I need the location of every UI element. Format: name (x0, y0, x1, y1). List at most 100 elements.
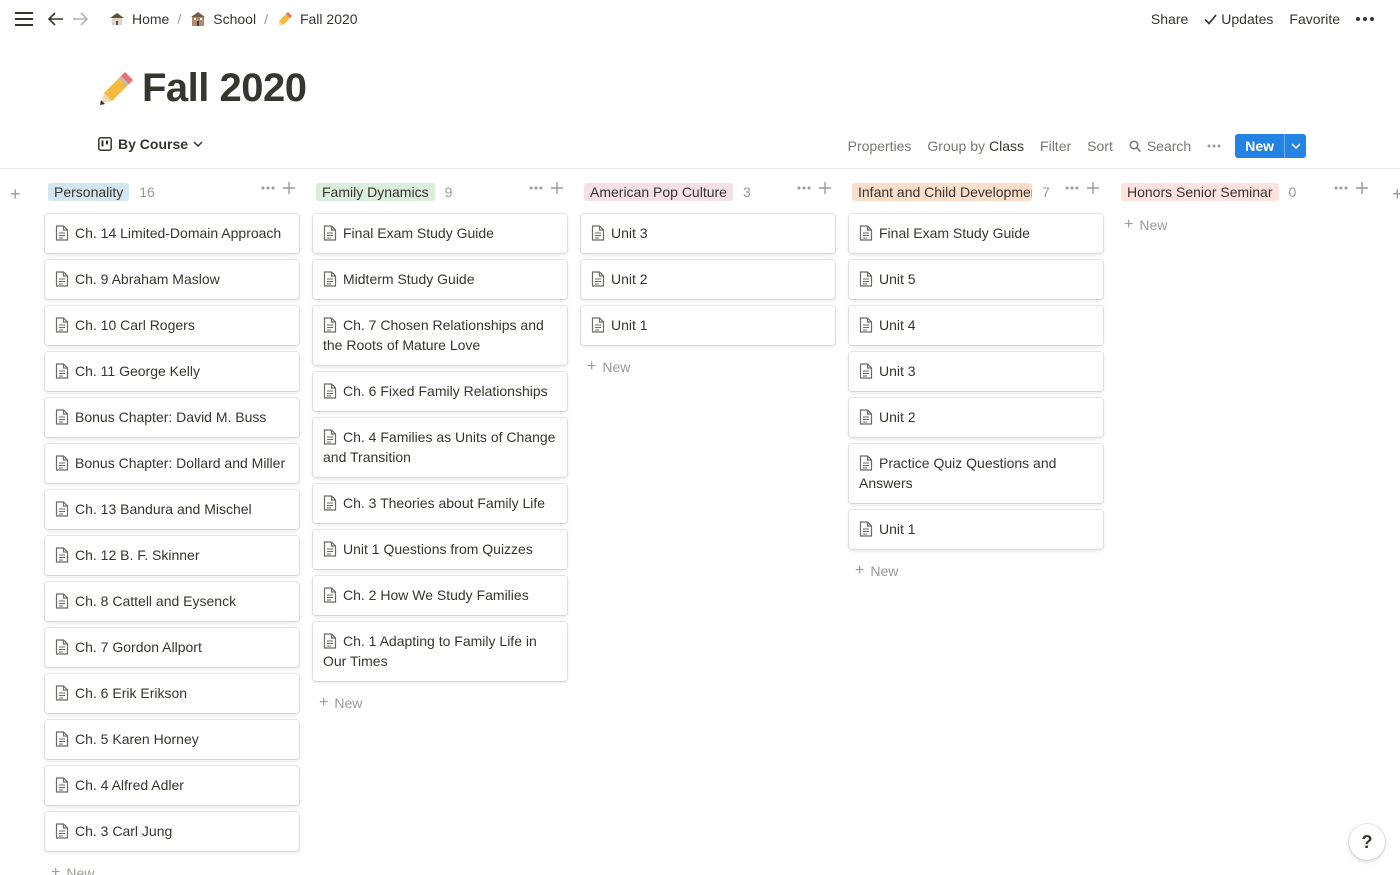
board-card[interactable]: Unit 1 Questions from Quizzes (313, 530, 567, 569)
new-dropdown-button[interactable] (1284, 134, 1306, 158)
add-card-button[interactable]: + New (1118, 210, 1372, 240)
board-card[interactable]: Ch. 1 Adapting to Family Life in Our Tim… (313, 622, 567, 681)
board-card[interactable]: Ch. 4 Families as Units of Change and Tr… (313, 418, 567, 477)
new-button[interactable]: New (1235, 134, 1284, 158)
group-add-icon[interactable] (283, 182, 295, 194)
board-card[interactable]: Unit 4 (849, 306, 1103, 345)
page-icon (323, 633, 337, 649)
chevron-down-icon (193, 141, 203, 147)
sidebar-menu-icon[interactable] (14, 9, 34, 29)
add-card-button[interactable]: + New (581, 352, 835, 382)
board-card[interactable]: Ch. 12 B. F. Skinner (45, 536, 299, 575)
board-card[interactable]: Ch. 5 Karen Horney (45, 720, 299, 759)
board-card[interactable]: Ch. 4 Alfred Adler (45, 766, 299, 805)
board-card[interactable]: Unit 2 (581, 260, 835, 299)
group-more-icon[interactable] (797, 186, 811, 190)
board-card[interactable]: Final Exam Study Guide (313, 214, 567, 253)
breadcrumb-home[interactable]: Home (104, 8, 173, 30)
help-button[interactable]: ? (1349, 824, 1385, 860)
group-add-icon[interactable] (819, 182, 831, 194)
column-header: Honors Senior Seminar 0 (1118, 170, 1372, 214)
board-card[interactable]: Practice Quiz Questions and Answers (849, 444, 1103, 503)
board-card[interactable]: Ch. 6 Erik Erikson (45, 674, 299, 713)
board-card[interactable]: Ch. 2 How We Study Families (313, 576, 567, 615)
board-card[interactable]: Midterm Study Guide (313, 260, 567, 299)
favorite-button[interactable]: Favorite (1281, 8, 1348, 30)
group-add-icon[interactable] (1087, 182, 1099, 194)
board-card[interactable]: Unit 3 (849, 352, 1103, 391)
board-card[interactable]: Ch. 3 Carl Jung (45, 812, 299, 851)
board-card[interactable]: Ch. 7 Chosen Relationships and the Roots… (313, 306, 567, 365)
board-card[interactable]: Unit 1 (581, 306, 835, 345)
card-title: Ch. 3 Carl Jung (75, 823, 173, 839)
group-more-icon[interactable] (1334, 186, 1348, 190)
card-title: Unit 5 (879, 271, 916, 287)
card-title: Ch. 8 Cattell and Eysenck (75, 593, 237, 609)
board-card[interactable]: Ch. 3 Theories about Family Life (313, 484, 567, 523)
group-more-icon[interactable] (1065, 186, 1079, 190)
breadcrumb-label: School (213, 11, 257, 27)
back-arrow-icon[interactable] (46, 9, 66, 29)
group-tag[interactable]: Family Dynamics (316, 183, 435, 201)
group-by-label: Group by (927, 138, 986, 154)
board-card[interactable]: Final Exam Study Guide (849, 214, 1103, 253)
page-icon (859, 225, 873, 241)
board-card[interactable]: Ch. 14 Limited-Domain Approach (45, 214, 299, 253)
plus-icon: + (1124, 216, 1134, 233)
sort-button[interactable]: Sort (1079, 135, 1121, 157)
group-add-icon[interactable] (1356, 182, 1368, 194)
board-card[interactable]: Unit 1 (849, 510, 1103, 549)
breadcrumb-separator: / (264, 11, 268, 27)
pencil-icon (276, 10, 294, 28)
share-button[interactable]: Share (1143, 8, 1196, 30)
board-card[interactable]: Bonus Chapter: Dollard and Miller (45, 444, 299, 483)
board-card[interactable]: Bonus Chapter: David M. Buss (45, 398, 299, 437)
card-title: Ch. 5 Karen Horney (75, 731, 199, 747)
board-card[interactable]: Ch. 7 Gordon Allport (45, 628, 299, 667)
add-group-left-icon[interactable]: + (10, 184, 21, 205)
group-more-icon[interactable] (529, 186, 543, 190)
board-card[interactable]: Unit 3 (581, 214, 835, 253)
page-icon (55, 409, 69, 425)
page-icon (323, 495, 337, 511)
board-card[interactable]: Ch. 11 George Kelly (45, 352, 299, 391)
breadcrumb-separator: / (177, 11, 182, 27)
chevron-down-icon (1290, 143, 1301, 149)
board: + + Personality 16 Ch. 14 Limited-Domain A… (0, 170, 1400, 875)
board-card[interactable]: Unit 2 (849, 398, 1103, 437)
group-tag[interactable]: Personality (48, 183, 130, 201)
group-tag[interactable]: Infant and Child Developmer (852, 183, 1032, 201)
filter-button[interactable]: Filter (1032, 135, 1079, 157)
page-icon (859, 271, 873, 287)
add-group-right-icon[interactable]: + (1392, 184, 1400, 205)
page-title[interactable]: Fall 2020 (142, 66, 307, 111)
more-options-button[interactable] (1348, 14, 1386, 24)
search-button[interactable]: Search (1121, 135, 1199, 157)
board-card[interactable]: Unit 5 (849, 260, 1103, 299)
group-by-button[interactable]: Group by Class (919, 135, 1032, 157)
board-card[interactable]: Ch. 9 Abraham Maslow (45, 260, 299, 299)
page-icon (859, 521, 873, 537)
card-title: Final Exam Study Guide (879, 225, 1030, 241)
group-add-icon[interactable] (551, 182, 563, 194)
forward-arrow-icon[interactable] (70, 9, 90, 29)
updates-button[interactable]: Updates (1196, 8, 1281, 30)
add-card-button[interactable]: + New (849, 556, 1103, 586)
view-more-button[interactable] (1199, 141, 1229, 151)
add-card-button[interactable]: + New (45, 858, 299, 875)
card-title: Ch. 10 Carl Rogers (75, 317, 195, 333)
breadcrumb-fall-2020[interactable]: Fall 2020 (272, 8, 362, 30)
board-column: Family Dynamics 9 Final Exam Study Guide Mi… (313, 170, 567, 718)
breadcrumb-school[interactable]: School (185, 8, 260, 30)
properties-button[interactable]: Properties (840, 135, 920, 157)
board-card[interactable]: Ch. 6 Fixed Family Relationships (313, 372, 567, 411)
board-card[interactable]: Ch. 8 Cattell and Eysenck (45, 582, 299, 621)
board-card[interactable]: Ch. 10 Carl Rogers (45, 306, 299, 345)
view-selector[interactable]: By Course (98, 136, 209, 152)
add-card-button[interactable]: + New (313, 688, 567, 718)
group-more-icon[interactable] (261, 186, 275, 190)
view-name: By Course (118, 136, 189, 152)
board-card[interactable]: Ch. 13 Bandura and Mischel (45, 490, 299, 529)
group-tag[interactable]: American Pop Culture (584, 183, 733, 201)
group-tag[interactable]: Honors Senior Seminar (1121, 183, 1279, 201)
